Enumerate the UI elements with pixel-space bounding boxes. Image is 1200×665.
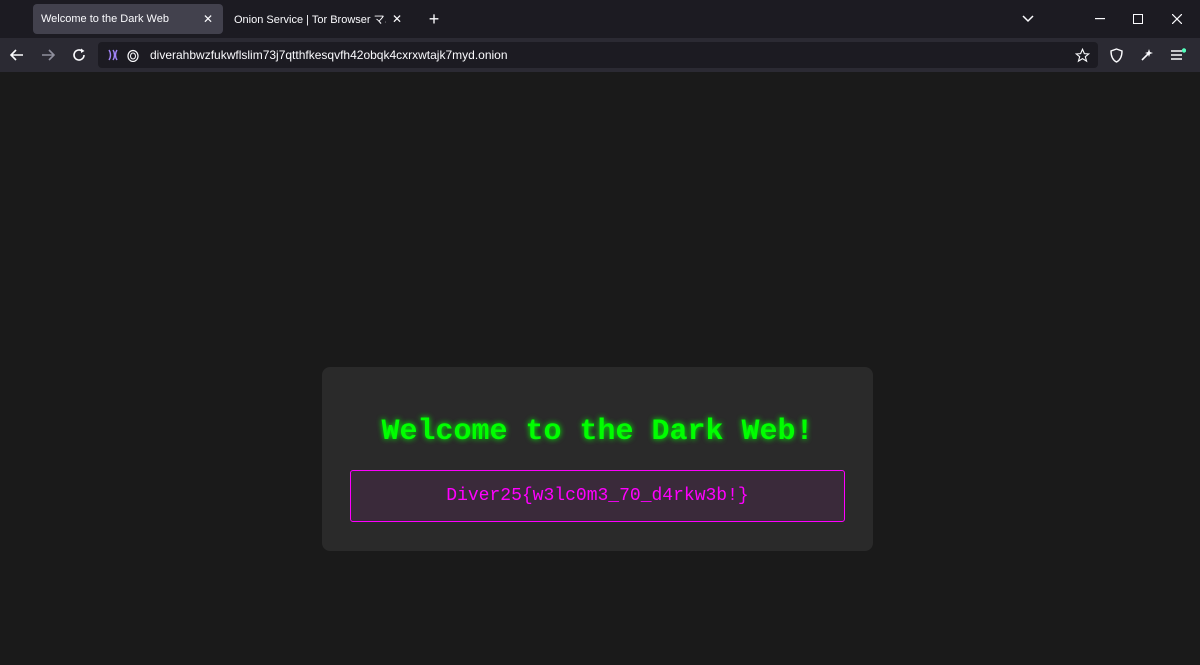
lock-icon[interactable]	[124, 46, 142, 64]
tab-title: Onion Service | Tor Browser マニュ	[234, 14, 386, 26]
broom-icon[interactable]	[1136, 44, 1158, 66]
chevron-down-icon[interactable]	[1017, 8, 1039, 30]
close-window-icon[interactable]	[1166, 8, 1188, 30]
tab-strip: Welcome to the Dark Web ✕ Onion Service …	[0, 0, 1200, 38]
flag-text: Diver25{w3lc0m3_70_d4rkw3b!}	[446, 486, 749, 506]
maximize-icon[interactable]	[1127, 8, 1149, 30]
tab-inactive[interactable]: Onion Service | Tor Browser マニュ ✕	[226, 4, 412, 34]
minimize-icon[interactable]	[1089, 8, 1111, 30]
welcome-card: Welcome to the Dark Web! Diver25{w3lc0m3…	[322, 367, 873, 551]
star-icon[interactable]	[1072, 45, 1092, 65]
navigation-toolbar: diverahbwzfukwflslim73j7qtthfkesqvfh42ob…	[0, 38, 1200, 72]
url-bar[interactable]: diverahbwzfukwflslim73j7qtthfkesqvfh42ob…	[98, 42, 1098, 68]
page-title: Welcome to the Dark Web!	[381, 415, 814, 449]
hamburger-menu-icon[interactable]	[1167, 44, 1189, 66]
back-arrow-icon[interactable]	[6, 44, 28, 66]
reload-icon[interactable]	[68, 44, 90, 66]
new-tab-icon[interactable]: +	[424, 9, 444, 29]
page-viewport: Welcome to the Dark Web! Diver25{w3lc0m3…	[0, 72, 1200, 665]
shield-icon[interactable]	[1105, 44, 1127, 66]
forward-arrow-icon[interactable]	[37, 44, 59, 66]
close-icon[interactable]: ✕	[201, 12, 215, 26]
tab-title: Welcome to the Dark Web	[41, 13, 169, 25]
close-icon[interactable]: ✕	[390, 12, 404, 26]
onion-circuit-icon[interactable]	[104, 46, 122, 64]
flag-box: Diver25{w3lc0m3_70_d4rkw3b!}	[350, 470, 845, 522]
tab-active[interactable]: Welcome to the Dark Web ✕	[33, 4, 223, 34]
url-text[interactable]: diverahbwzfukwflslim73j7qtthfkesqvfh42ob…	[150, 48, 508, 62]
